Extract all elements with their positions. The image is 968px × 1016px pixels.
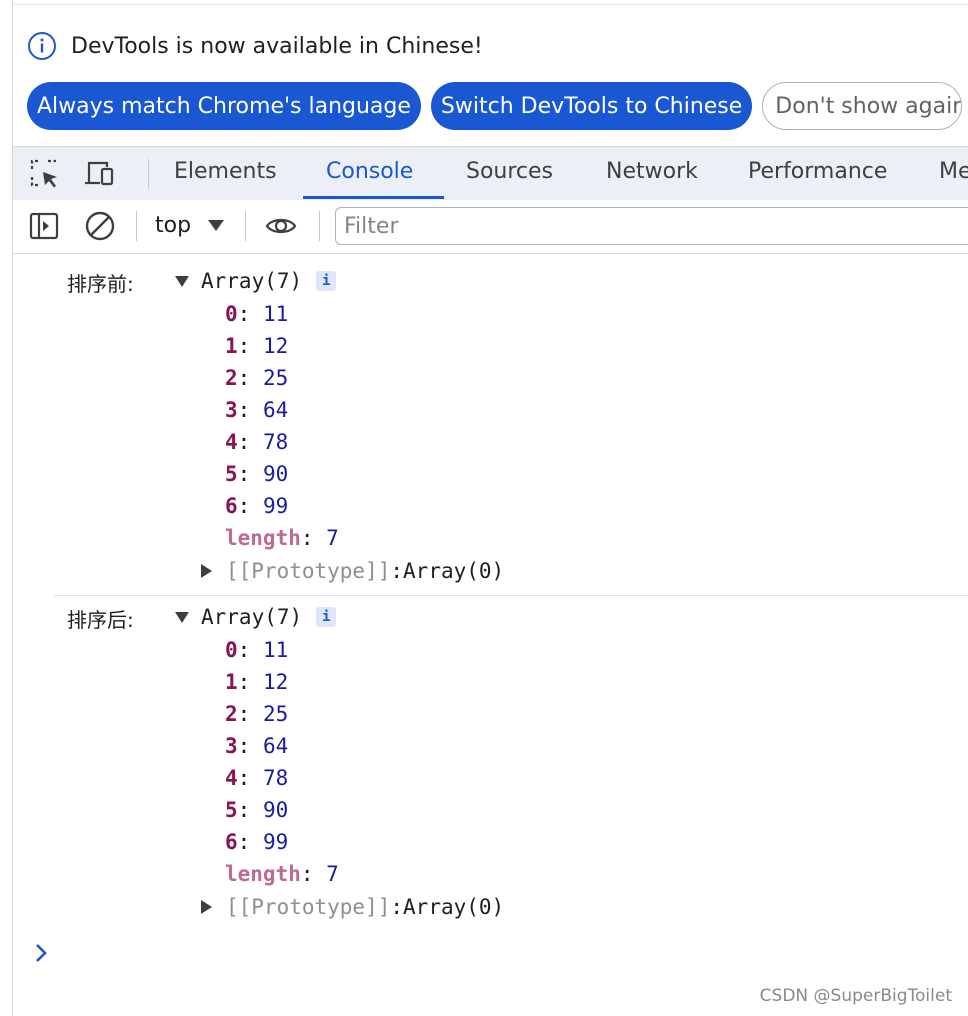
array-property: 2: 25	[225, 702, 289, 726]
array-expander[interactable]: Array(7) i	[175, 605, 337, 629]
context-dropdown-icon[interactable]	[208, 220, 224, 231]
switch-to-chinese-button[interactable]: Switch DevTools to Chinese	[430, 82, 753, 130]
expand-triangle-icon[interactable]	[175, 275, 189, 287]
array-property: 0: 11	[225, 302, 289, 326]
language-infobar: DevTools is now available in Chinese! Al…	[13, 5, 968, 146]
collapse-triangle-icon[interactable]	[201, 564, 212, 578]
console-prompt-chevron-icon[interactable]	[34, 940, 50, 966]
array-expander[interactable]: Array(7) i	[175, 269, 337, 293]
array-property: 5: 90	[225, 798, 289, 822]
prototype-expander[interactable]: [[Prototype]]: Array(0)	[201, 559, 504, 583]
info-badge-icon[interactable]: i	[316, 607, 337, 627]
array-title: Array(7)	[201, 605, 303, 629]
toolbar-separator	[319, 211, 320, 241]
tabbar-separator	[148, 159, 149, 189]
infobar-message: DevTools is now available in Chinese!	[71, 33, 483, 59]
watermark: CSDN @SuperBigToilet	[759, 986, 952, 1006]
array-property: 1: 12	[225, 670, 289, 694]
array-property: 4: 78	[225, 430, 289, 454]
sidebar-toggle-icon[interactable]	[28, 210, 60, 242]
always-match-language-button[interactable]: Always match Chrome's language	[27, 82, 421, 130]
clear-console-icon[interactable]	[84, 210, 116, 242]
array-property: 3: 64	[225, 398, 289, 422]
context-selector[interactable]: top	[155, 213, 191, 238]
toolbar-separator	[136, 211, 137, 241]
tab-memory[interactable]: Me	[939, 159, 968, 184]
inspect-element-icon[interactable]	[29, 158, 61, 190]
tab-performance[interactable]: Performance	[748, 159, 887, 184]
tab-console[interactable]: Console	[326, 159, 413, 184]
array-property: 2: 25	[225, 366, 289, 390]
collapse-triangle-icon[interactable]	[201, 900, 212, 914]
tab-network[interactable]: Network	[606, 159, 698, 184]
infobar-message-row: DevTools is now available in Chinese!	[27, 31, 483, 61]
log-label: 排序前:	[67, 272, 134, 296]
dont-show-again-button[interactable]: Don't show again	[762, 82, 963, 130]
array-property: 5: 90	[225, 462, 289, 486]
array-property: 0: 11	[225, 638, 289, 662]
message-divider	[54, 595, 968, 596]
live-expression-eye-icon[interactable]	[265, 210, 297, 242]
array-property: 6: 99	[225, 494, 289, 518]
prototype-expander[interactable]: [[Prototype]]: Array(0)	[201, 895, 504, 919]
device-toolbar-icon[interactable]	[83, 158, 115, 190]
filter-input[interactable]	[335, 207, 968, 245]
infobar-buttons: Always match Chrome's language Switch De…	[27, 82, 963, 130]
info-icon	[28, 32, 56, 60]
active-tab-indicator	[303, 196, 444, 199]
expand-triangle-icon[interactable]	[175, 611, 189, 623]
array-length: length: 7	[225, 862, 339, 886]
array-property: 6: 99	[225, 830, 289, 854]
log-label: 排序后:	[67, 608, 134, 632]
console-toolbar: top	[13, 200, 968, 254]
array-title: Array(7)	[201, 269, 303, 293]
array-property: 4: 78	[225, 766, 289, 790]
devtools-tabbar: Elements Console Sources Network Perform…	[13, 146, 968, 201]
array-property: 1: 12	[225, 334, 289, 358]
info-badge-icon[interactable]: i	[316, 271, 337, 291]
array-length: length: 7	[225, 526, 339, 550]
toolbar-separator	[245, 211, 246, 241]
tab-elements[interactable]: Elements	[174, 159, 277, 184]
tab-sources[interactable]: Sources	[466, 159, 553, 184]
array-property: 3: 64	[225, 734, 289, 758]
